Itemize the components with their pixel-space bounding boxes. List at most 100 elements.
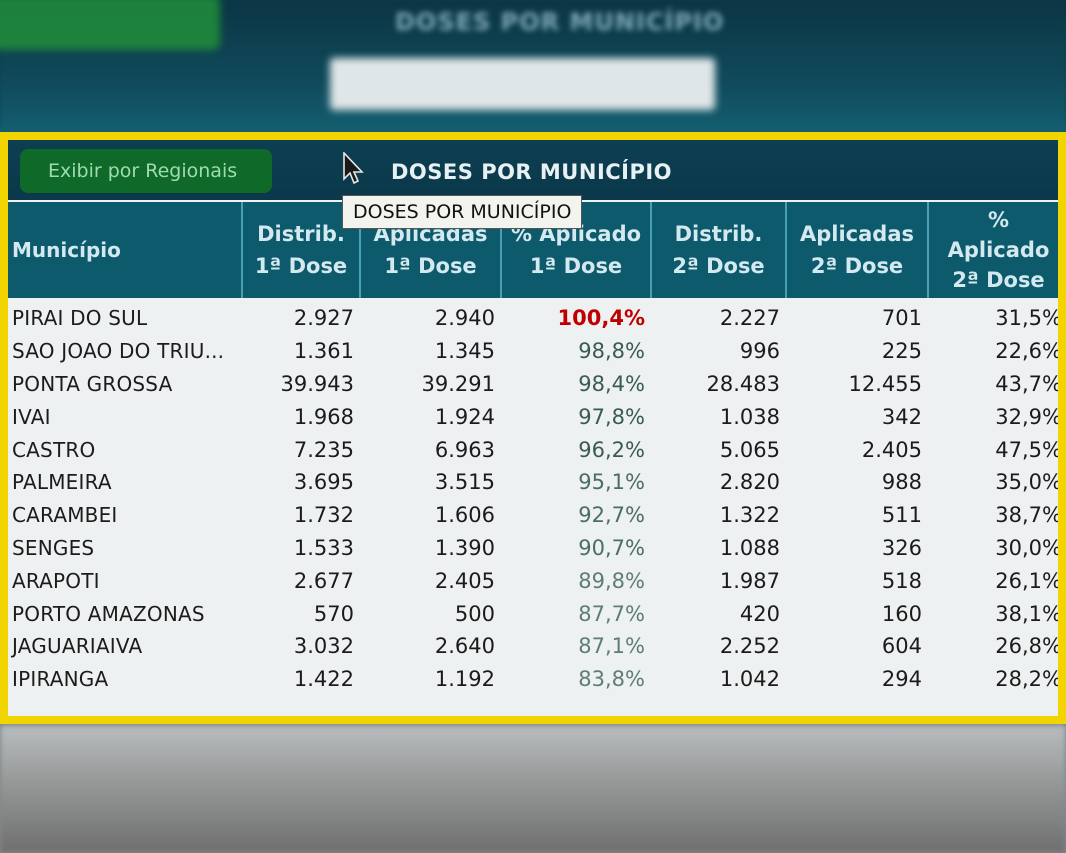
- cell-pct1: 90,7%: [578, 535, 645, 560]
- cell-municipio: JAGUARIAIVA: [12, 634, 143, 659]
- cell-pct1: 100,4%: [557, 306, 645, 331]
- blurred-title: DOSES POR MUNICÍPIO: [395, 8, 725, 36]
- cell-pct1: 98,4%: [578, 371, 645, 396]
- cell-pct2: 30,0%: [995, 535, 1062, 560]
- cell-municipio: PALMEIRA: [12, 470, 112, 495]
- table-row[interactable]: PALMEIRA 3.695 3.515 95,1% 2.820 988 35,0%: [8, 466, 1062, 499]
- cell-aplic2: 225: [881, 339, 922, 364]
- cell-municipio: SENGES: [12, 535, 95, 560]
- cell-distrib1: 2.677: [293, 568, 354, 593]
- cell-aplic2: 604: [881, 634, 922, 659]
- cell-aplic1: 1.390: [434, 535, 495, 560]
- cell-pct2: 35,0%: [995, 470, 1062, 495]
- cell-pct2: 26,8%: [995, 634, 1062, 659]
- cell-pct1: 92,7%: [578, 503, 645, 528]
- table-row[interactable]: SENGES 1.533 1.390 90,7% 1.088 326 30,0%: [8, 532, 1062, 565]
- cell-aplic1: 1.345: [434, 339, 495, 364]
- table-row[interactable]: IPIRANGA 1.422 1.192 83,8% 1.042 294 28,2%: [8, 663, 1062, 696]
- cell-aplic1: 1.192: [434, 667, 495, 692]
- cell-distrib2: 1.088: [719, 535, 780, 560]
- column-header-municipio[interactable]: Município: [8, 202, 243, 298]
- tooltip: DOSES POR MUNICÍPIO: [342, 195, 583, 229]
- cell-aplic1: 2.405: [434, 568, 495, 593]
- cell-pct1: 98,8%: [578, 339, 645, 364]
- cell-aplic2: 326: [881, 535, 922, 560]
- column-header-distrib-2a[interactable]: Distrib. 2ª Dose: [651, 202, 787, 298]
- cell-pct1: 83,8%: [578, 667, 645, 692]
- cell-distrib1: 7.235: [293, 437, 354, 462]
- cell-pct2: 38,1%: [995, 601, 1062, 626]
- cell-distrib1: 1.533: [293, 535, 354, 560]
- cell-distrib1: 1.968: [293, 404, 354, 429]
- blurred-background-bottom: [0, 725, 1066, 853]
- cell-pct2: 43,7%: [995, 371, 1062, 396]
- table-row[interactable]: SAO JOAO DO TRIU... 1.361 1.345 98,8% 996 225…: [8, 335, 1062, 368]
- cell-aplic1: 39.291: [421, 371, 495, 396]
- cell-pct1: 97,8%: [578, 404, 645, 429]
- cell-aplic1: 2.640: [434, 634, 495, 659]
- cell-distrib2: 2.252: [719, 634, 780, 659]
- cell-aplic2: 160: [881, 601, 922, 626]
- cell-pct1: 96,2%: [578, 437, 645, 462]
- cell-distrib1: 39.943: [280, 371, 354, 396]
- table-row[interactable]: IVAI 1.968 1.924 97,8% 1.038 342 32,9%: [8, 400, 1058, 433]
- cell-distrib1: 1.422: [293, 667, 354, 692]
- blurred-tooltip: [330, 58, 715, 110]
- cell-aplic2: 12.455: [848, 371, 922, 396]
- cell-pct2: 38,7%: [995, 503, 1062, 528]
- cell-pct2: 26,1%: [995, 568, 1062, 593]
- cell-aplic1: 3.515: [434, 470, 495, 495]
- cell-municipio: PONTA GROSSA: [12, 371, 173, 396]
- table-row[interactable]: JAGUARIAIVA 3.032 2.640 87,1% 2.252 604 26,8%: [8, 630, 1062, 663]
- table-row[interactable]: PORTO AMAZONAS 570 500 87,7% 420 160 38,1%: [8, 597, 1062, 630]
- cell-distrib2: 1.038: [719, 404, 780, 429]
- cell-distrib2: 1.987: [719, 568, 780, 593]
- cell-pct2: 47,5%: [995, 437, 1062, 462]
- cell-distrib1: 3.032: [293, 634, 354, 659]
- cell-pct2: 31,5%: [995, 306, 1062, 331]
- cell-aplic1: 1.606: [434, 503, 495, 528]
- table-row[interactable]: PIRAI DO SUL 2.927 2.940 100,4% 2.227 701 31,5…: [8, 298, 1062, 335]
- cell-municipio: CARAMBEI: [12, 503, 118, 528]
- exibir-por-regionais-button[interactable]: Exibir por Regionais: [20, 149, 272, 193]
- cell-municipio: IVAI: [12, 404, 51, 429]
- cell-pct2: 28,2%: [995, 667, 1062, 692]
- page-title: DOSES POR MUNICÍPIO: [391, 160, 673, 184]
- cell-aplic2: 701: [881, 306, 922, 331]
- cell-municipio: ARAPOTI: [12, 568, 100, 593]
- cell-aplic1: 500: [454, 601, 495, 626]
- mouse-pointer-icon: [343, 152, 364, 185]
- cell-distrib2: 1.322: [719, 503, 780, 528]
- cell-distrib1: 570: [313, 601, 354, 626]
- cell-distrib2: 1.042: [719, 667, 780, 692]
- table-row[interactable]: CARAMBEI 1.732 1.606 92,7% 1.322 511 38,7%: [8, 499, 1062, 532]
- cell-distrib2: 420: [739, 601, 780, 626]
- cell-distrib1: 3.695: [293, 470, 354, 495]
- cell-aplic2: 294: [881, 667, 922, 692]
- cell-municipio: SAO JOAO DO TRIU...: [12, 339, 225, 364]
- cell-distrib2: 996: [739, 339, 780, 364]
- cell-pct1: 87,7%: [578, 601, 645, 626]
- cell-distrib2: 28.483: [706, 371, 780, 396]
- cell-aplic2: 2.405: [861, 437, 922, 462]
- blurred-regionais-button: [0, 0, 220, 50]
- cell-distrib1: 2.927: [293, 306, 354, 331]
- cell-aplic2: 988: [881, 470, 922, 495]
- table-row[interactable]: PONTA GROSSA 39.943 39.291 98,4% 28.483 12.45…: [8, 368, 1062, 401]
- cell-aplic2: 342: [881, 404, 922, 429]
- highlight-frame: Exibir por Regionais DOSES POR MUNICÍPIO…: [0, 132, 1066, 724]
- table-row[interactable]: CASTRO 7.235 6.963 96,2% 5.065 2.405 47,5%: [8, 433, 1062, 466]
- cell-distrib2: 5.065: [719, 437, 780, 462]
- column-header-pct-aplicado-2a[interactable]: % Aplicado 2ª Dose: [928, 202, 1058, 298]
- cell-distrib1: 1.732: [293, 503, 354, 528]
- cell-municipio: PIRAI DO SUL: [12, 306, 148, 331]
- doses-table: Município Distrib. 1ª Dose Aplicadas 1ª Do…: [8, 202, 1062, 696]
- cell-aplic2: 511: [881, 503, 922, 528]
- cell-municipio: IPIRANGA: [12, 667, 109, 692]
- cell-distrib1: 1.361: [293, 339, 354, 364]
- cell-distrib2: 2.227: [719, 306, 780, 331]
- column-header-aplicadas-2a[interactable]: Aplicadas 2ª Dose: [786, 202, 929, 298]
- cell-aplic1: 1.924: [434, 404, 495, 429]
- table-row[interactable]: ARAPOTI 2.677 2.405 89,8% 1.987 518 26,1%: [8, 564, 1062, 597]
- cell-pct2: 22,6%: [995, 339, 1062, 364]
